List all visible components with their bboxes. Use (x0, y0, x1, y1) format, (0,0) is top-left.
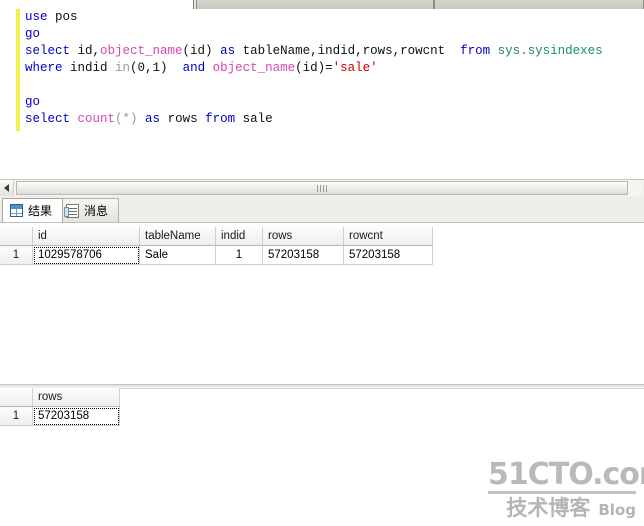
code-token: indid (70, 61, 116, 75)
tab-results-label: 结果 (28, 204, 53, 218)
code-token: go (25, 95, 41, 109)
code-token: where (25, 61, 71, 75)
code-token: select (25, 112, 78, 126)
table-row[interactable]: 1 57203158 (0, 406, 120, 426)
watermark-cn-text: 技术博客 (506, 496, 591, 520)
code-line-3: select id,object_name(id) as tableName,i… (20, 43, 644, 60)
table-cell[interactable]: 57203158 (32, 406, 120, 426)
code-token: pos (55, 10, 78, 24)
code-token: sys.sysindexes (497, 44, 603, 58)
code-token: from (205, 112, 243, 126)
grid-corner-cell[interactable] (0, 388, 33, 407)
table-cell[interactable]: Sale (139, 245, 216, 265)
column-header[interactable]: tableName (139, 227, 216, 246)
table-cell[interactable]: 1 (215, 245, 263, 265)
code-token: rows (167, 112, 206, 126)
results-grid-1[interactable]: id tableName indid rows rowcnt 1 1029578706 Sal… (0, 227, 433, 265)
tab-messages-label: 消息 (84, 204, 109, 218)
document-tab-strip (0, 0, 644, 10)
code-token: object_name (212, 61, 296, 75)
message-icon (64, 203, 79, 218)
grid-icon (10, 204, 23, 217)
code-token: as (220, 44, 243, 58)
chevron-left-icon (4, 184, 9, 192)
scrollbar-thumb[interactable] (16, 181, 628, 195)
code-token: id, (77, 44, 101, 58)
code-line-4: where indid in(0,1) and object_name(id)=… (20, 60, 644, 77)
row-header-cell[interactable]: 1 (0, 245, 33, 265)
column-header[interactable]: indid (215, 227, 263, 246)
editor-gutter (0, 9, 16, 178)
code-token: (id) (182, 44, 221, 58)
document-tab-2[interactable] (196, 0, 434, 9)
results-tab-bar: 结果 消息 (0, 196, 644, 223)
watermark-blog-text: Blog (598, 501, 636, 519)
results-table-2[interactable]: rows 1 57203158 (0, 388, 120, 426)
sql-code-text[interactable]: use pos go select id,object_name(id) as ta… (20, 9, 644, 178)
editor-horizontal-scrollbar[interactable] (0, 179, 644, 196)
table-cell[interactable]: 1029578706 (32, 245, 140, 265)
sql-query-editor[interactable]: use pos go select id,object_name(id) as ta… (0, 9, 644, 178)
document-tab-1[interactable] (0, 0, 194, 9)
column-header[interactable]: id (32, 227, 140, 246)
grid-corner-cell[interactable] (0, 227, 33, 246)
tab-messages[interactable]: 消息 (58, 198, 120, 222)
results-grid-2[interactable]: rows 1 57203158 (0, 388, 120, 426)
code-token: select (25, 44, 78, 58)
code-token: count (77, 112, 116, 126)
code-line-7: select count(*) as rows from sale (20, 111, 644, 128)
document-tab-3[interactable] (434, 0, 644, 9)
code-token: (0,1) (130, 61, 183, 75)
code-token: object_name (100, 44, 183, 58)
code-token: (*) (115, 112, 146, 126)
watermark: 51CTO.com 技术博客 Blog (488, 457, 644, 520)
code-line-6: go (20, 94, 644, 111)
code-token: from (460, 44, 498, 58)
code-line-1: use pos (20, 9, 644, 26)
table-cell[interactable]: 57203158 (262, 245, 344, 265)
watermark-sub: 技术博客 Blog (488, 497, 636, 520)
code-token: use (25, 10, 56, 24)
table-cell[interactable]: 57203158 (343, 245, 433, 265)
column-header[interactable]: rowcnt (343, 227, 433, 246)
code-line-2: go (20, 26, 644, 43)
results-table-1[interactable]: id tableName indid rows rowcnt 1 1029578706 Sal… (0, 227, 433, 265)
scrollbar-grip-icon (317, 184, 327, 192)
code-token: and (182, 61, 213, 75)
code-token: go (25, 27, 41, 41)
scroll-left-button[interactable] (0, 180, 14, 196)
column-header[interactable]: rows (262, 227, 344, 246)
table-header-row: rows (0, 388, 120, 407)
code-token: in (115, 61, 131, 75)
table-header-row: id tableName indid rows rowcnt (0, 227, 433, 246)
row-header-cell[interactable]: 1 (0, 406, 33, 426)
code-token: 'sale' (332, 61, 378, 75)
tab-results[interactable]: 结果 (2, 198, 64, 222)
column-header[interactable]: rows (32, 388, 120, 407)
watermark-main-text: 51CTO.com (488, 457, 644, 494)
code-token: sale (242, 112, 273, 126)
code-token: tableName,indid,rows,rowcnt (242, 44, 461, 58)
code-token: as (145, 112, 168, 126)
table-row[interactable]: 1 1029578706 Sale 1 57203158 57203158 (0, 245, 433, 265)
code-token: (id)= (295, 61, 333, 75)
